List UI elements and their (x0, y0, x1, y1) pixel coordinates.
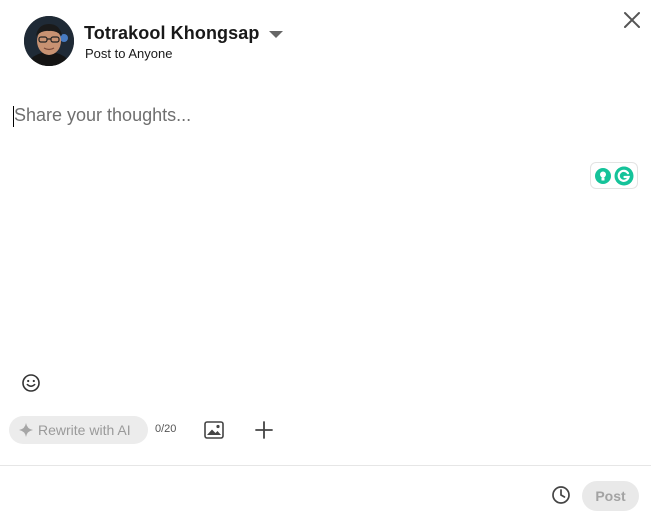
audience-label: Post to Anyone (85, 46, 173, 61)
sparkle-icon (19, 423, 33, 437)
author-name: Totrakool Khongsap (84, 22, 260, 43)
image-icon (204, 421, 224, 439)
post-editor[interactable] (12, 100, 632, 340)
close-button[interactable] (618, 6, 646, 34)
grammarly-widget[interactable] (590, 162, 638, 189)
more-options-button[interactable] (252, 418, 276, 442)
close-icon (624, 12, 640, 28)
caret-down-icon (269, 30, 284, 38)
character-counter: 0/20 (155, 423, 177, 435)
author-selector-button[interactable]: Totrakool Khongsap (84, 20, 284, 46)
add-image-button[interactable] (201, 418, 227, 442)
post-button[interactable]: Post (582, 481, 639, 511)
rewrite-with-ai-button[interactable]: Rewrite with AI (9, 416, 148, 444)
plus-icon (255, 421, 273, 439)
emoji-icon (22, 374, 40, 392)
footer-divider (0, 465, 651, 466)
rewrite-label: Rewrite with AI (38, 422, 131, 438)
schedule-post-button[interactable] (549, 483, 573, 507)
avatar[interactable] (24, 16, 74, 66)
editor-placeholder: Share your thoughts... (14, 105, 192, 125)
clock-icon (552, 486, 570, 504)
grammarly-icon[interactable] (614, 166, 634, 186)
emoji-button[interactable] (19, 371, 43, 395)
lightbulb-icon[interactable] (594, 167, 612, 185)
